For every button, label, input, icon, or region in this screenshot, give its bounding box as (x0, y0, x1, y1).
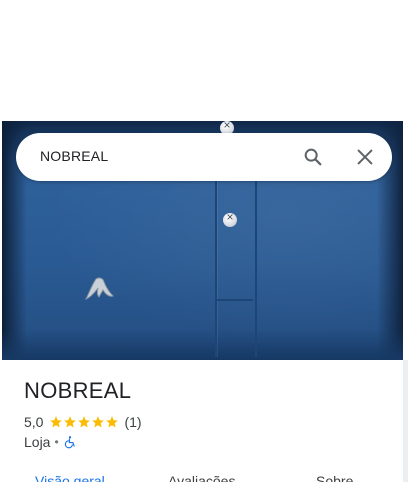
brand-pin-logo (84, 277, 114, 300)
search-icon[interactable] (302, 146, 324, 168)
star-rating (49, 415, 119, 429)
photo-shade (2, 330, 403, 360)
separator-dot: • (54, 435, 59, 449)
tab-overview[interactable]: Visão geral (35, 473, 105, 482)
scrollbar[interactable] (403, 360, 408, 482)
shirt-placket (215, 181, 257, 357)
close-icon[interactable] (354, 146, 376, 168)
search-bar[interactable]: NOBREAL (16, 133, 392, 181)
shirt-button (223, 210, 237, 227)
star-icon (106, 416, 119, 428)
tab-reviews[interactable]: Avaliações (168, 473, 235, 482)
wheelchair-icon (64, 436, 75, 449)
top-blank-area (0, 0, 408, 121)
category-row: Loja • (24, 434, 77, 450)
review-count-link[interactable]: (1) (124, 414, 141, 430)
shirt-placket-base (215, 291, 253, 301)
rating-value: 5,0 (24, 414, 44, 430)
tab-about[interactable]: Sobre (316, 473, 353, 482)
rating-row[interactable]: 5,0 (1) (24, 414, 142, 430)
place-tabs: Visão geral Avaliações Sobre (0, 470, 408, 482)
star-icon (92, 416, 105, 428)
place-category: Loja (24, 434, 51, 450)
star-icon (78, 416, 91, 428)
place-title: NOBREAL (24, 378, 132, 403)
star-icon (50, 416, 63, 428)
search-input[interactable]: NOBREAL (40, 148, 108, 164)
star-icon (64, 416, 77, 428)
